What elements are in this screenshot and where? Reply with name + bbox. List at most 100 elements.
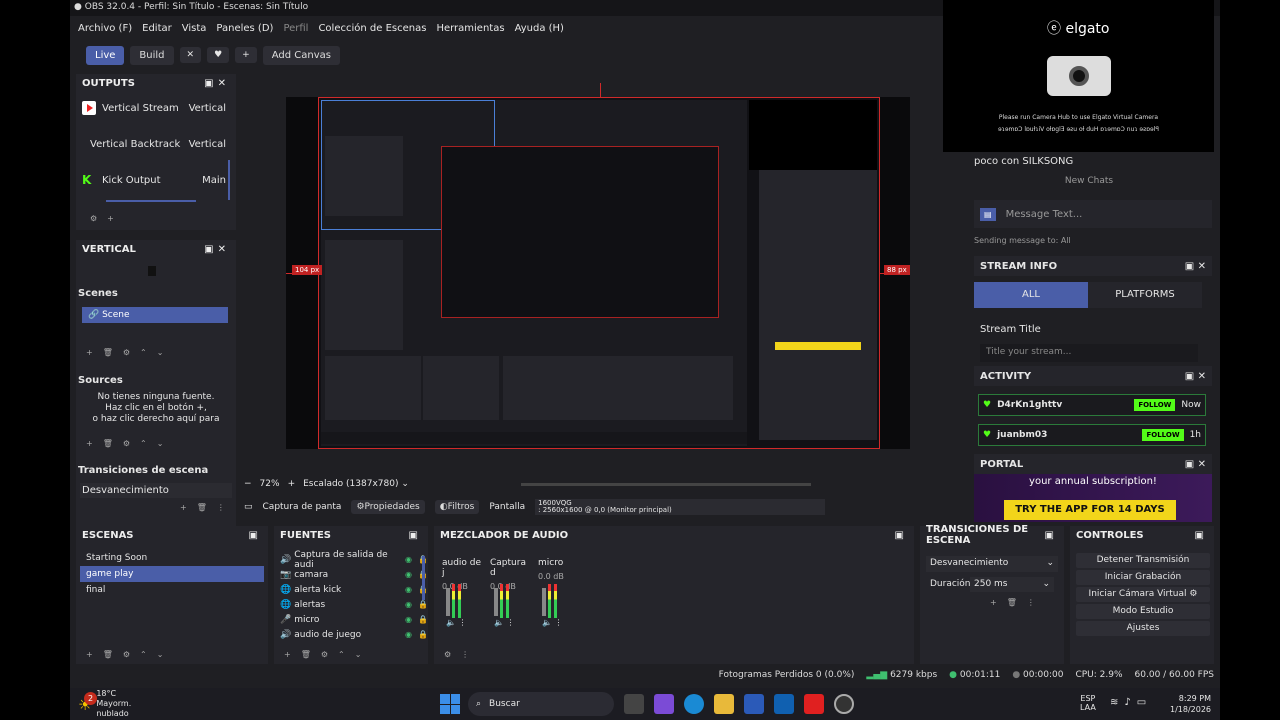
task-view-icon[interactable] — [624, 694, 644, 714]
mixer-actions[interactable]: ⚙ ⋮ — [434, 650, 469, 659]
trash-icon[interactable]: 🗑 — [103, 650, 113, 659]
trash-icon[interactable]: 🗑 — [301, 650, 311, 659]
source-item[interactable]: 🎤 micro ◉ 🔒 — [274, 612, 428, 627]
dock-float-icon[interactable]: ▣ — [409, 530, 422, 541]
preview-area[interactable]: 104 px 88 px — [286, 83, 910, 449]
outlook-icon[interactable] — [774, 694, 794, 714]
dock-float-icon[interactable]: ▣ — [895, 530, 908, 541]
dock-float-icon[interactable]: ▣ — [1195, 530, 1208, 541]
lock-icon[interactable]: 🔒 — [418, 600, 428, 609]
source-item[interactable]: 🔊 audio de juego ◉ 🔒 — [274, 627, 428, 642]
settings-icon[interactable]: ⚙ — [123, 650, 130, 659]
menu-perfil[interactable]: Perfil — [283, 23, 308, 34]
transition-select[interactable]: Desvanecimiento ⌄ — [926, 556, 1058, 572]
output-item[interactable]: Vertical Backtrack Vertical — [82, 132, 232, 156]
wifi-icon[interactable]: ≋ — [1110, 697, 1118, 708]
file-explorer-icon[interactable] — [714, 694, 734, 714]
clock[interactable]: 8:29 PM 1/18/2026 — [1170, 693, 1211, 715]
lock-icon[interactable]: 🔒 — [418, 630, 428, 639]
source-item[interactable]: 🔊Captura de salida de audi◉🔒 — [274, 550, 428, 570]
properties-button[interactable]: ⚙Propiedades — [351, 500, 425, 514]
settings-button[interactable]: Ajustes — [1076, 621, 1210, 636]
down-icon[interactable]: ⌄ — [157, 650, 164, 659]
duration-input[interactable]: 250 ms ⌄ — [970, 577, 1054, 592]
taskbar-search[interactable]: ⌕ Buscar — [468, 692, 614, 716]
dock-controls[interactable]: ▣✕ — [204, 244, 230, 255]
add-icon[interactable]: + — [284, 650, 291, 659]
mute-icon[interactable]: 🔈 ⋮ — [494, 618, 515, 627]
add-canvas-button[interactable]: Add Canvas — [262, 45, 340, 65]
scene-item[interactable]: game play — [80, 566, 264, 582]
lock-icon[interactable]: 🔒 — [418, 615, 428, 624]
menu-paneles[interactable]: Paneles (D) — [216, 23, 273, 34]
virtual-camera-button[interactable]: Iniciar Cámara Virtual ⚙ — [1076, 587, 1210, 602]
filters-button[interactable]: ◐Filtros — [434, 500, 480, 514]
scenes-small-actions[interactable]: + 🗑 ⚙ ⌃ ⌄ — [76, 348, 163, 357]
tab-platforms[interactable]: PLATFORMS — [1088, 282, 1202, 308]
gear-icon[interactable]: ⚙ — [1189, 589, 1197, 599]
visibility-icon[interactable]: ◉ — [405, 585, 415, 594]
copilot-icon[interactable] — [654, 694, 674, 714]
dock-controls[interactable]: ▣✕ — [204, 78, 230, 89]
preview-scrollbar[interactable] — [520, 482, 811, 486]
visibility-icon[interactable]: ◉ — [405, 570, 415, 579]
outputs-actions[interactable]: ⚙ + — [80, 214, 114, 223]
add-icon[interactable]: + — [86, 650, 93, 659]
obs-taskbar-icon[interactable] — [834, 694, 854, 714]
menu-ayuda[interactable]: Ayuda (H) — [515, 23, 564, 34]
scene-item[interactable]: 🔗 Scene — [82, 307, 228, 323]
live-button[interactable]: Live — [86, 45, 125, 65]
scrollbar[interactable] — [106, 200, 196, 202]
scene-item[interactable]: final — [80, 582, 264, 598]
fuentes-actions[interactable]: + 🗑 ⚙ ⌃ ⌄ — [274, 650, 361, 659]
visibility-icon[interactable]: ◉ — [405, 555, 415, 564]
studio-mode-button[interactable]: Modo Estudio — [1076, 604, 1210, 619]
start-recording-button[interactable]: Iniciar Grabación — [1076, 570, 1210, 585]
settings-icon[interactable]: ⚙ — [90, 214, 97, 223]
settings-icon[interactable]: ⚙ — [321, 650, 328, 659]
menu-coleccion-escenas[interactable]: Colección de Escenas — [318, 23, 426, 34]
dock-float-icon[interactable]: ▣ — [249, 530, 262, 541]
source-item[interactable]: 🌐 alertas ◉ 🔒 — [274, 597, 428, 612]
dock-controls[interactable]: ▣ ✕ — [1185, 459, 1206, 470]
monitor-select[interactable]: 1600VQG: 2560x1600 @ 0,0 (Monitor princi… — [535, 499, 826, 515]
dock-controls[interactable]: ▣ ✕ — [1185, 261, 1206, 272]
weather-widget[interactable]: ☀ 18°C Mayorm. nublado — [70, 689, 131, 719]
zoom-out-button[interactable]: − — [244, 479, 252, 489]
activity-row[interactable]: ♥ D4rKn1ghttv FOLLOW Now — [978, 394, 1206, 416]
down-icon[interactable]: ⌄ — [355, 650, 362, 659]
volume-icon[interactable]: ♪ — [1124, 697, 1130, 708]
menu-herramientas[interactable]: Herramientas — [436, 23, 504, 34]
dock-float-icon[interactable]: ▣ — [1045, 530, 1058, 541]
scale-dropdown[interactable]: Escalado (1387x780) ⌄ — [303, 479, 409, 489]
transition-small-select[interactable]: Desvanecimiento — [80, 483, 232, 498]
mute-icon[interactable]: 🔈 ⋮ — [542, 618, 563, 627]
escenas-actions[interactable]: + 🗑 ⚙ ⌃ ⌄ — [76, 650, 163, 659]
volume-fader[interactable] — [494, 588, 498, 616]
transition-actions[interactable]: + 🗑 ⋮ — [980, 598, 1035, 607]
up-icon[interactable]: ⌃ — [338, 650, 345, 659]
chat-input[interactable]: ▤ Message Text... — [974, 200, 1212, 228]
scrollbar-vertical[interactable] — [228, 160, 230, 200]
portal-cta-button[interactable]: TRY THE APP FOR 14 DAYS — [1004, 500, 1176, 520]
more-icon[interactable]: ⋮ — [461, 650, 469, 659]
menu-archivo[interactable]: Archivo (F) — [78, 23, 132, 34]
output-item[interactable]: Vertical Stream Vertical — [82, 96, 232, 120]
preview-canvas[interactable] — [318, 97, 880, 449]
language-indicator[interactable]: ESP LAA — [1080, 694, 1096, 712]
volume-fader[interactable] — [446, 588, 450, 616]
menu-editar[interactable]: Editar — [142, 23, 172, 34]
youtube-app-icon[interactable] — [804, 694, 824, 714]
visibility-icon[interactable]: ◉ — [405, 630, 415, 639]
windows-start-icon[interactable] — [440, 694, 460, 714]
scene-item[interactable]: Starting Soon — [80, 550, 264, 566]
close-canvas-icon[interactable]: ✕ — [179, 47, 202, 63]
heart-icon[interactable]: ♥ — [207, 47, 230, 63]
add-icon[interactable]: + — [107, 214, 114, 223]
system-tray[interactable]: ≋ ♪ ▭ — [1110, 697, 1146, 708]
tab-all[interactable]: ALL — [974, 282, 1088, 308]
plus-icon[interactable]: + — [235, 47, 257, 63]
menu-vista[interactable]: Vista — [182, 23, 207, 34]
sources-scrollbar[interactable] — [422, 556, 425, 600]
trash-icon[interactable]: 🗑 — [1007, 598, 1017, 607]
